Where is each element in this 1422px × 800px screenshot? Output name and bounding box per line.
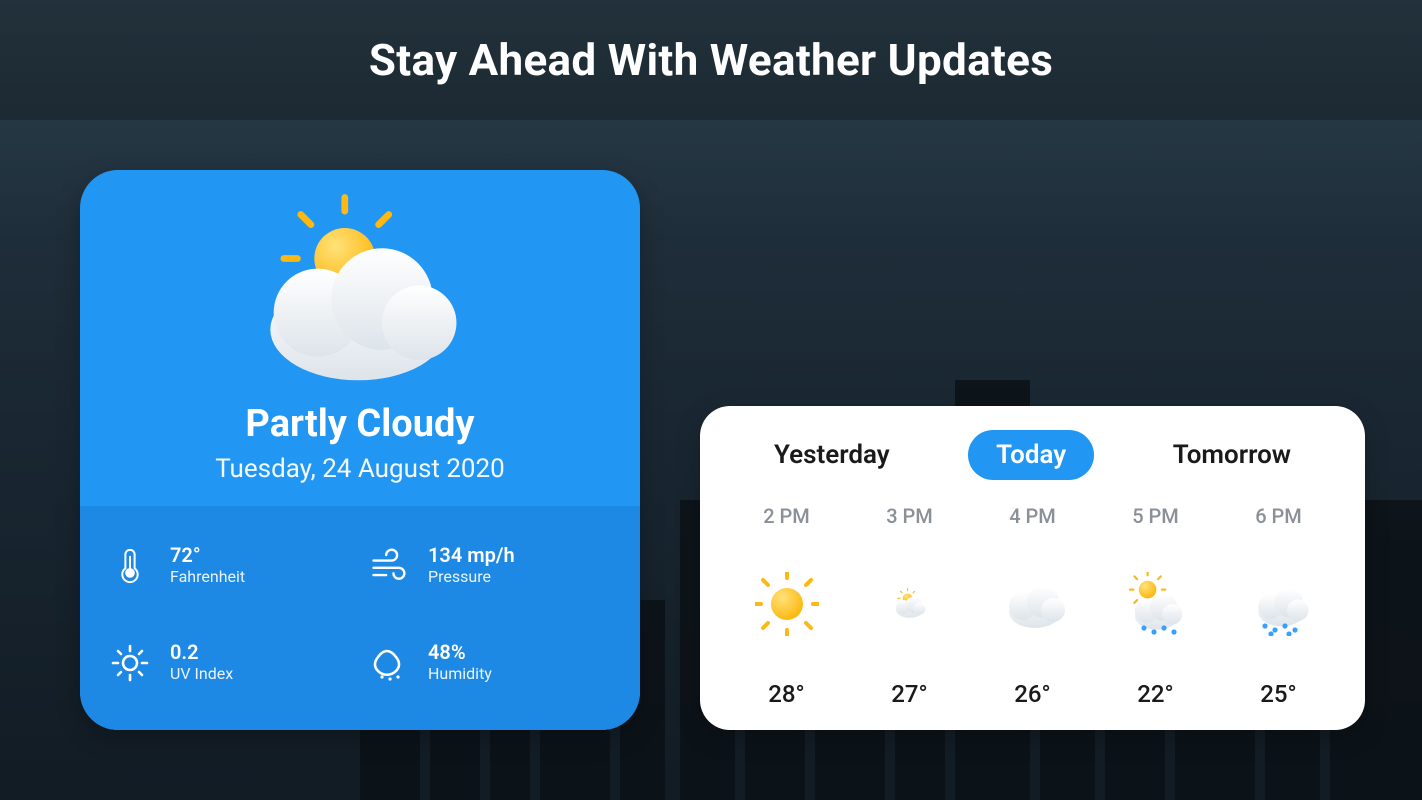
hour-time: 4 PM xyxy=(1009,504,1056,528)
sun-icon xyxy=(108,643,152,683)
hour-time: 6 PM xyxy=(1255,504,1302,528)
hourly-forecast: 2 PM 28° 3 PM 27° 4 PM 26° 5 PM 22° 6 PM… xyxy=(728,498,1337,710)
metrics-panel: 72° Fahrenheit 134 mp/h Pressure 0.2 UV … xyxy=(80,506,640,730)
hour-item[interactable]: 2 PM 28° xyxy=(728,498,845,710)
metric-value: 134 mp/h xyxy=(428,544,515,567)
current-weather-card: Partly Cloudy Tuesday, 24 August 2020 72… xyxy=(80,170,640,730)
tab-tomorrow[interactable]: Tomorrow xyxy=(1145,430,1319,480)
hour-item[interactable]: 5 PM 22° xyxy=(1097,498,1214,710)
header: Stay Ahead With Weather Updates xyxy=(0,0,1422,120)
humidity-icon xyxy=(366,643,410,683)
hour-temp: 25° xyxy=(1260,680,1296,708)
metric-value: 0.2 xyxy=(170,641,233,664)
partly-cloudy-icon xyxy=(878,568,942,640)
wind-icon xyxy=(366,546,410,586)
thermometer-icon xyxy=(108,546,152,586)
hour-item[interactable]: 6 PM 25° xyxy=(1220,498,1337,710)
hour-temp: 28° xyxy=(768,680,804,708)
metric-humidity: 48% Humidity xyxy=(366,621,612,704)
hour-item[interactable]: 3 PM 27° xyxy=(851,498,968,710)
metric-label: Pressure xyxy=(428,567,515,587)
metric-uv: 0.2 UV Index xyxy=(108,621,354,704)
cloudy-icon xyxy=(1001,568,1065,640)
partly-cloudy-icon xyxy=(80,170,640,400)
hour-temp: 26° xyxy=(1014,680,1050,708)
tab-yesterday[interactable]: Yesterday xyxy=(746,430,918,480)
metric-pressure: 134 mp/h Pressure xyxy=(366,524,612,607)
hour-time: 2 PM xyxy=(763,504,810,528)
metric-label: UV Index xyxy=(170,664,233,684)
tab-today[interactable]: Today xyxy=(968,430,1094,480)
sun-rain-icon xyxy=(1124,568,1188,640)
forecast-tabs: Yesterday Today Tomorrow xyxy=(728,430,1337,480)
hour-item[interactable]: 4 PM 26° xyxy=(974,498,1091,710)
sunny-icon xyxy=(755,568,819,640)
metric-value: 72° xyxy=(170,544,245,567)
hour-temp: 27° xyxy=(891,680,927,708)
hour-time: 5 PM xyxy=(1132,504,1179,528)
date-label: Tuesday, 24 August 2020 xyxy=(80,454,640,484)
hour-time: 3 PM xyxy=(886,504,933,528)
page-title: Stay Ahead With Weather Updates xyxy=(369,34,1053,86)
hour-temp: 22° xyxy=(1137,680,1173,708)
rain-icon xyxy=(1247,568,1311,640)
metric-label: Humidity xyxy=(428,664,492,684)
metric-temperature: 72° Fahrenheit xyxy=(108,524,354,607)
condition-label: Partly Cloudy xyxy=(80,402,640,446)
metric-value: 48% xyxy=(428,641,492,664)
metric-label: Fahrenheit xyxy=(170,567,245,587)
forecast-card: Yesterday Today Tomorrow 2 PM 28° 3 PM 2… xyxy=(700,406,1365,730)
